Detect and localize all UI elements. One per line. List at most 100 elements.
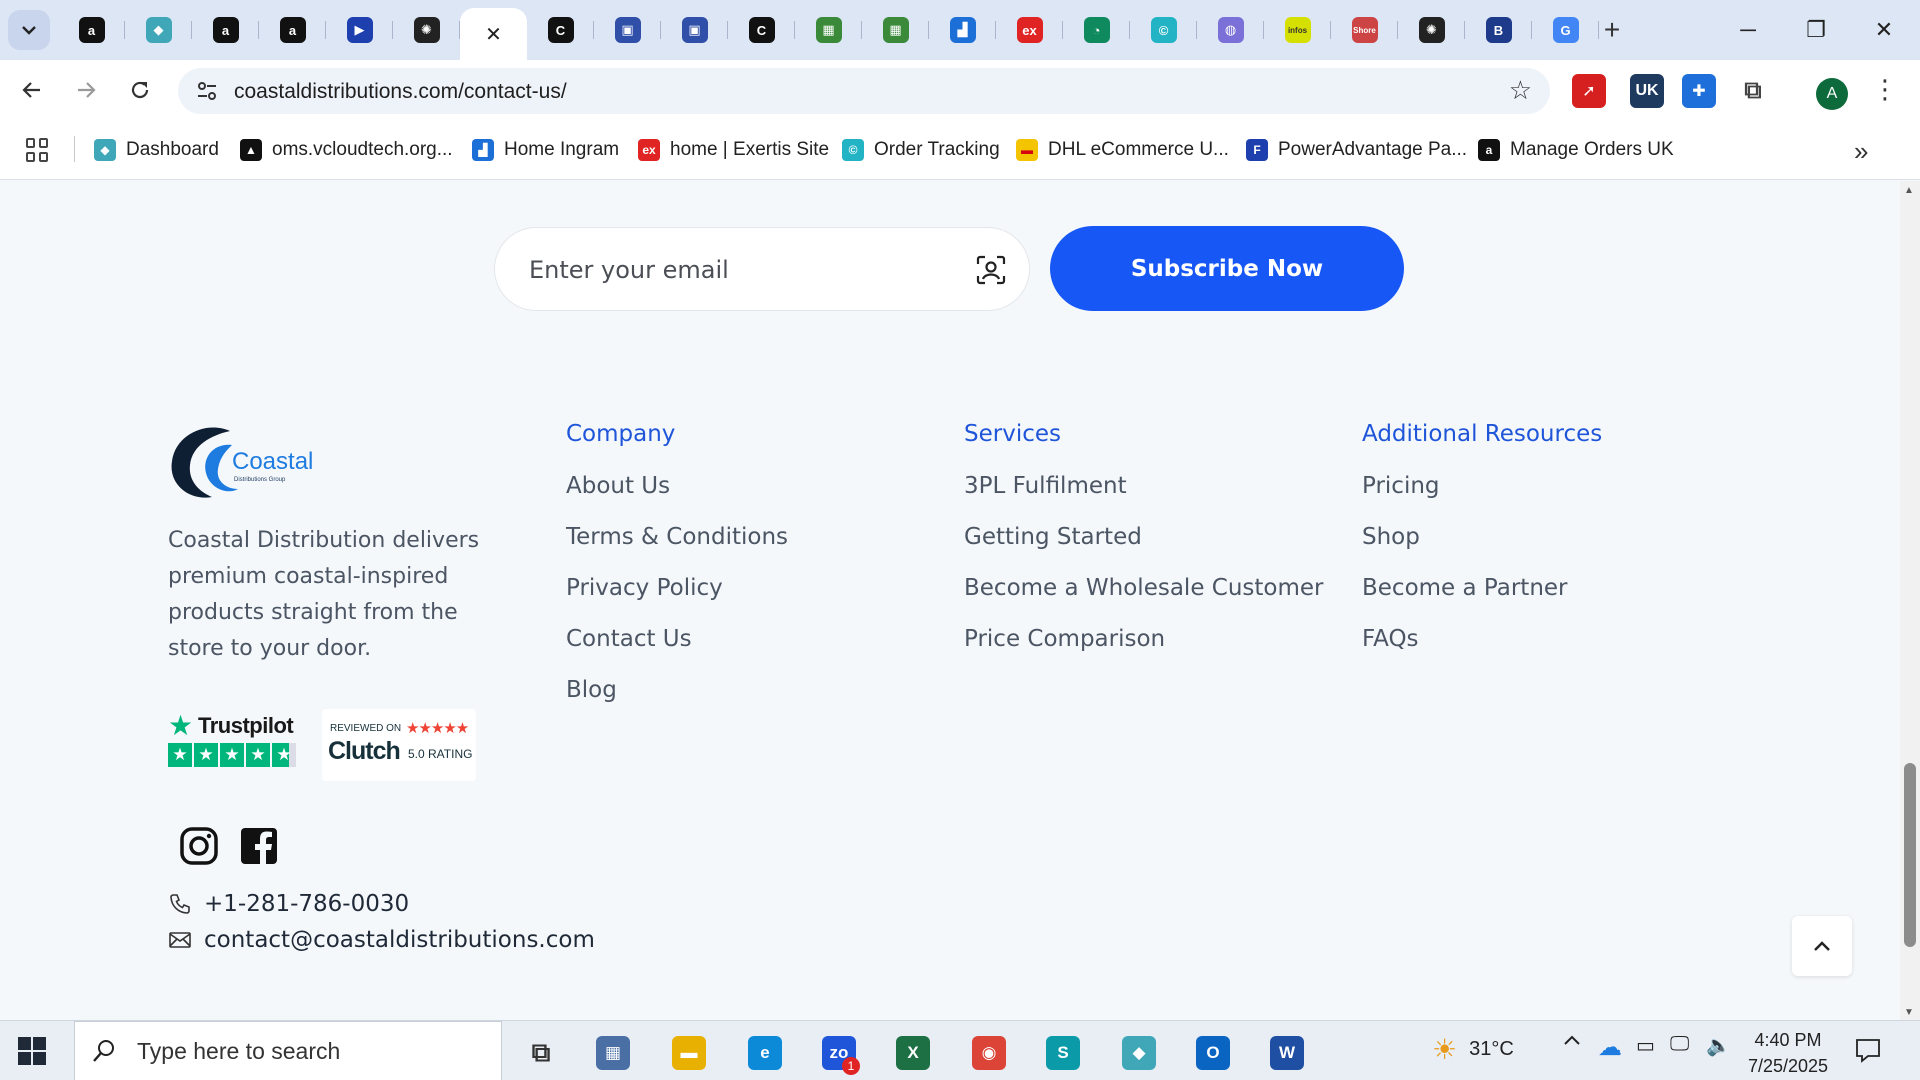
windows-start-icon[interactable]: [18, 1037, 46, 1065]
extension-puzzle-alt-icon[interactable]: ✚: [1682, 74, 1716, 108]
tab[interactable]: ▶: [326, 8, 393, 52]
tab[interactable]: C: [527, 8, 594, 52]
footer-link[interactable]: About Us: [566, 473, 788, 524]
taskbar-search-box[interactable]: Type here to search: [74, 1021, 502, 1080]
phone-number[interactable]: +1-281-786-0030: [204, 891, 409, 917]
footer-link[interactable]: Blog: [566, 677, 788, 728]
taskbar-app-diamond[interactable]: ◆: [1108, 1029, 1170, 1077]
bookmark-item[interactable]: F PowerAdvantage Pa...: [1246, 136, 1467, 164]
bookmark-item[interactable]: ▟ Home Ingram: [472, 136, 619, 164]
forward-button[interactable]: [66, 70, 106, 110]
battery-icon[interactable]: ▭: [1636, 1033, 1655, 1058]
page-scrollbar[interactable]: ▲ ▼: [1900, 181, 1920, 1020]
footer-link[interactable]: FAQs: [1362, 626, 1568, 677]
bookmark-star-icon[interactable]: ☆: [1509, 75, 1532, 106]
profile-avatar[interactable]: A: [1816, 78, 1848, 110]
footer-link[interactable]: Terms & Conditions: [566, 524, 788, 575]
scroll-down-arrow-icon[interactable]: ▼: [1904, 1007, 1914, 1018]
footer-link[interactable]: Become a Wholesale Customer: [964, 575, 1324, 626]
email-subscribe-field[interactable]: [494, 227, 1030, 311]
tab[interactable]: ▟: [929, 8, 996, 52]
scroll-up-arrow-icon[interactable]: ▲: [1904, 185, 1914, 196]
weather-widget[interactable]: ☀ 31°C: [1432, 1033, 1514, 1066]
extension-pdf-icon[interactable]: ➚: [1572, 74, 1606, 108]
footer-link[interactable]: Become a Partner: [1362, 575, 1568, 626]
face-scan-icon[interactable]: [975, 254, 1007, 286]
tab[interactable]: ◆: [125, 8, 192, 52]
tab[interactable]: ✺: [393, 8, 460, 52]
close-tab-icon[interactable]: ✕: [481, 21, 507, 47]
tab[interactable]: ▦: [795, 8, 862, 52]
tab[interactable]: a: [192, 8, 259, 52]
taskbar-excel[interactable]: X: [882, 1029, 944, 1077]
extension-extensions-icon[interactable]: ⧉: [1736, 74, 1770, 108]
volume-icon[interactable]: 🔈: [1706, 1033, 1731, 1058]
footer-link[interactable]: Pricing: [1362, 473, 1568, 524]
apps-grid-icon[interactable]: [26, 138, 50, 162]
bookmark-item[interactable]: © Order Tracking: [842, 136, 1000, 164]
trustpilot-badge[interactable]: ★ Trustpilot ★ ★ ★ ★ ★: [168, 709, 296, 771]
footer-link[interactable]: 3PL Fulfilment: [964, 473, 1324, 524]
clutch-badge[interactable]: REVIEWED ON Clutch ★★★★★ 5.0 RATING: [322, 709, 476, 781]
bookmark-item[interactable]: ▲ oms.vcloudtech.org...: [240, 136, 453, 164]
bookmark-item[interactable]: ▬ DHL eCommerce U...: [1016, 136, 1229, 164]
tab-active[interactable]: ✕: [460, 8, 527, 60]
taskbar-word[interactable]: W: [1256, 1029, 1318, 1077]
email-input[interactable]: [529, 250, 929, 290]
taskbar-calculator[interactable]: ▦: [582, 1029, 644, 1077]
network-icon[interactable]: 🖵: [1670, 1033, 1689, 1056]
subscribe-button[interactable]: Subscribe Now: [1050, 226, 1404, 311]
tab[interactable]: C: [728, 8, 795, 52]
bookmark-item[interactable]: a Manage Orders UK: [1478, 136, 1674, 164]
bookmark-item[interactable]: ◆ Dashboard: [94, 136, 219, 164]
email-address[interactable]: contact@coastaldistributions.com: [204, 927, 595, 953]
site-settings-icon[interactable]: [194, 78, 220, 104]
footer-link[interactable]: Getting Started: [964, 524, 1324, 575]
footer-link[interactable]: Price Comparison: [964, 626, 1324, 677]
back-button[interactable]: [12, 70, 52, 110]
tab[interactable]: a: [259, 8, 326, 52]
extension-vpn-uk-icon[interactable]: UK: [1630, 74, 1664, 108]
url-text[interactable]: coastaldistributions.com/contact-us/: [234, 80, 567, 104]
email-contact[interactable]: contact@coastaldistributions.com: [168, 927, 595, 953]
system-clock[interactable]: 4:40 PM 7/25/2025: [1738, 1027, 1838, 1079]
taskbar-file-explorer[interactable]: ▬: [658, 1029, 720, 1077]
taskbar-outlook[interactable]: O: [1182, 1029, 1244, 1077]
address-bar[interactable]: coastaldistributions.com/contact-us/ ☆: [178, 68, 1550, 114]
restore-button[interactable]: ❐: [1782, 0, 1850, 60]
minimize-button[interactable]: ─: [1714, 0, 1782, 60]
new-tab-button[interactable]: +: [1594, 12, 1630, 48]
tab[interactable]: Shore: [1331, 8, 1398, 52]
tab[interactable]: ▣: [594, 8, 661, 52]
tab[interactable]: B: [1465, 8, 1532, 52]
facebook-icon[interactable]: [238, 825, 280, 867]
taskbar-chrome[interactable]: ◉: [958, 1029, 1020, 1077]
onedrive-icon[interactable]: ☁: [1598, 1033, 1622, 1062]
coastal-logo[interactable]: Coastal Distributions Group: [168, 423, 328, 501]
back-to-top-button[interactable]: [1792, 916, 1852, 976]
tab[interactable]: ▣: [661, 8, 728, 52]
tab[interactable]: a: [58, 8, 125, 52]
more-bookmarks-icon[interactable]: »: [1854, 136, 1868, 167]
instagram-icon[interactable]: [178, 825, 220, 867]
show-hidden-icons[interactable]: [1562, 1033, 1582, 1047]
taskbar-search-placeholder[interactable]: Type here to search: [137, 1038, 340, 1065]
taskbar-task-view[interactable]: ⧉: [510, 1029, 572, 1077]
bookmark-item[interactable]: ex home | Exertis Site: [638, 136, 829, 164]
notification-icon[interactable]: [1854, 1037, 1882, 1063]
tab[interactable]: ©: [1130, 8, 1197, 52]
taskbar-edge[interactable]: e: [734, 1029, 796, 1077]
tab[interactable]: ✺: [1398, 8, 1465, 52]
footer-link[interactable]: Contact Us: [566, 626, 788, 677]
footer-link[interactable]: Privacy Policy: [566, 575, 788, 626]
tab[interactable]: infos: [1264, 8, 1331, 52]
taskbar-zoho[interactable]: zo 1: [808, 1029, 870, 1077]
phone-contact[interactable]: +1-281-786-0030: [168, 891, 409, 917]
tab[interactable]: ◔: [1063, 8, 1130, 52]
scrollbar-thumb[interactable]: [1904, 763, 1916, 947]
browser-menu-icon[interactable]: ⋮: [1872, 74, 1898, 105]
tab[interactable]: G: [1532, 8, 1599, 52]
tab-search-button[interactable]: [8, 10, 50, 50]
tab[interactable]: ex: [996, 8, 1063, 52]
taskbar-app-s[interactable]: S: [1032, 1029, 1094, 1077]
